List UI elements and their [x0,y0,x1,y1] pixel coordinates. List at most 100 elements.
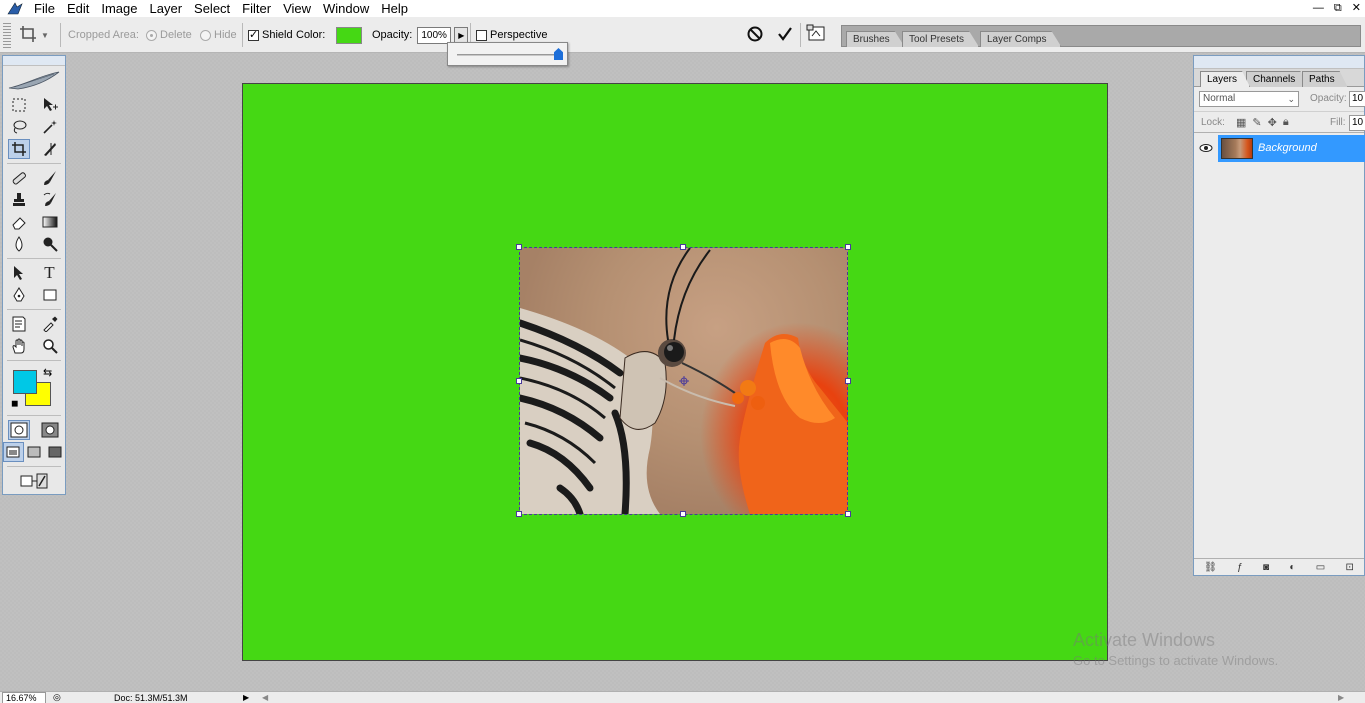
menu-image[interactable]: Image [95,0,143,17]
crop-handle-top-right[interactable] [845,244,851,250]
swap-colors-icon[interactable]: ⇆ [43,366,52,379]
menu-select[interactable]: Select [188,0,236,17]
lock-image-icon[interactable]: ✎ [1252,116,1261,129]
magic-wand-tool-icon[interactable] [39,117,61,137]
toolbox-divider [7,360,61,361]
cancel-button[interactable] [746,17,764,53]
layers-panel-title-bar[interactable] [1194,56,1364,69]
link-layers-icon[interactable]: ⛓ [1204,562,1217,573]
layer-mask-icon[interactable]: ◙ [1263,562,1269,573]
menu-edit[interactable]: Edit [61,0,95,17]
screen-mode-full-icon[interactable] [44,442,65,462]
commit-button[interactable] [776,17,794,53]
blend-mode-select[interactable]: Normal ⌄ [1199,91,1299,107]
notes-tool-icon[interactable] [8,314,30,334]
crop-tool-icon[interactable] [7,139,30,159]
jump-to-imageready-icon[interactable] [12,471,56,491]
lock-all-icon[interactable]: 🔒︎ [1283,116,1289,129]
tab-paths[interactable]: Paths [1302,71,1348,87]
eyedropper-tool-icon[interactable] [39,314,61,334]
quick-mask-mode-icon[interactable] [39,420,61,440]
eye-icon[interactable] [1198,141,1214,155]
hide-radio[interactable] [200,29,211,41]
lock-position-icon[interactable]: ✥ [1268,116,1277,129]
tab-layers[interactable]: Layers [1200,71,1250,87]
marquee-tool-icon[interactable] [8,95,30,115]
zoom-tool-icon[interactable] [39,336,61,356]
file-browser-button[interactable] [806,17,828,53]
screen-mode-menubar-icon[interactable] [24,442,45,462]
dodge-tool-icon[interactable] [39,234,61,254]
menu-help[interactable]: Help [375,0,414,17]
shield-color-swatch[interactable] [336,26,363,44]
menu-layer[interactable]: Layer [144,0,189,17]
hand-tool-icon[interactable] [8,336,30,356]
delete-radio[interactable] [146,29,157,41]
navigator-icon[interactable]: ◎ [53,692,61,703]
tab-layer-comps[interactable]: Layer Comps [980,31,1061,47]
opacity-slider-thumb[interactable] [554,48,563,60]
status-menu-arrow-icon[interactable]: ▶ [243,692,249,703]
history-brush-tool-icon[interactable] [39,190,61,210]
crop-handle-bottom[interactable] [680,511,686,517]
pen-tool-icon[interactable] [8,285,30,305]
layer-opacity-input[interactable]: 10 [1349,91,1365,107]
crop-handle-top-left[interactable] [516,244,522,250]
screen-mode-standard-icon[interactable] [3,442,24,462]
crop-handle-top[interactable] [680,244,686,250]
adobe-feather-icon[interactable] [3,66,65,94]
restore-button[interactable]: ⧉ [1334,0,1342,17]
opacity-slider-track[interactable] [457,54,557,56]
layer-row[interactable]: Background [1194,135,1365,162]
new-layer-icon[interactable]: ⊡ [1345,562,1353,573]
clone-stamp-tool-icon[interactable] [8,190,30,210]
scroll-right-icon[interactable]: ▶ [1338,692,1344,703]
slice-tool-icon[interactable] [39,139,61,159]
crop-handle-bottom-left[interactable] [516,511,522,517]
rectangle-tool-icon[interactable] [39,285,61,305]
healing-brush-tool-icon[interactable] [8,168,30,188]
crop-center-point-icon[interactable] [679,376,689,386]
foreground-color-swatch[interactable] [13,370,37,394]
brush-tool-icon[interactable] [39,168,61,188]
default-colors-icon[interactable]: ◼ [11,398,18,409]
standard-mode-icon[interactable] [7,420,30,440]
zoom-level-field[interactable]: 16.67% [2,692,46,703]
eraser-tool-icon[interactable] [8,212,30,232]
status-bar: 16.67% ◎ Doc: 51.3M/51.3M ▶ ◀ ▶ [0,691,1365,703]
path-selection-tool-icon[interactable] [8,263,30,283]
tab-channels[interactable]: Channels [1246,71,1308,87]
minimize-button[interactable]: — [1313,0,1324,17]
opacity-input[interactable]: 100% [417,26,452,44]
opacity-slider-toggle[interactable]: ▶ [454,26,469,44]
close-button[interactable]: ✕ [1352,0,1361,17]
menu-view[interactable]: View [277,0,317,17]
lasso-tool-icon[interactable] [8,117,30,137]
tab-brushes[interactable]: Brushes [846,31,905,47]
crop-handle-bottom-right[interactable] [845,511,851,517]
layer-style-icon[interactable]: ƒ [1237,562,1243,573]
crop-handle-right[interactable] [845,378,851,384]
gradient-tool-icon[interactable] [39,212,61,232]
lock-transparency-icon[interactable]: ▦ [1236,116,1246,129]
watermark-subtitle: Go to Settings to activate Windows. [1073,653,1279,668]
adjustment-layer-icon[interactable]: ◐ [1289,562,1295,573]
tool-preset-picker[interactable]: ▼ [18,17,49,53]
new-group-icon[interactable]: ▭ [1316,562,1325,573]
photoshop-app-icon[interactable] [6,1,24,17]
type-tool-icon[interactable]: T [39,263,61,283]
menu-filter[interactable]: Filter [236,0,277,17]
crop-handle-left[interactable] [516,378,522,384]
layer-selection-highlight[interactable]: Background [1218,135,1365,162]
fill-input[interactable]: 10 [1349,115,1365,131]
toolbox-title-bar[interactable] [3,56,65,66]
perspective-checkbox[interactable] [476,29,487,41]
scroll-left-icon[interactable]: ◀ [262,692,268,703]
shield-checkbox[interactable] [248,28,259,41]
options-bar-grip[interactable] [3,21,11,48]
move-tool-icon[interactable] [39,95,61,115]
menu-window[interactable]: Window [317,0,375,17]
blur-tool-icon[interactable] [8,234,30,254]
menu-file[interactable]: File [28,0,61,17]
tab-tool-presets[interactable]: Tool Presets [902,31,979,47]
